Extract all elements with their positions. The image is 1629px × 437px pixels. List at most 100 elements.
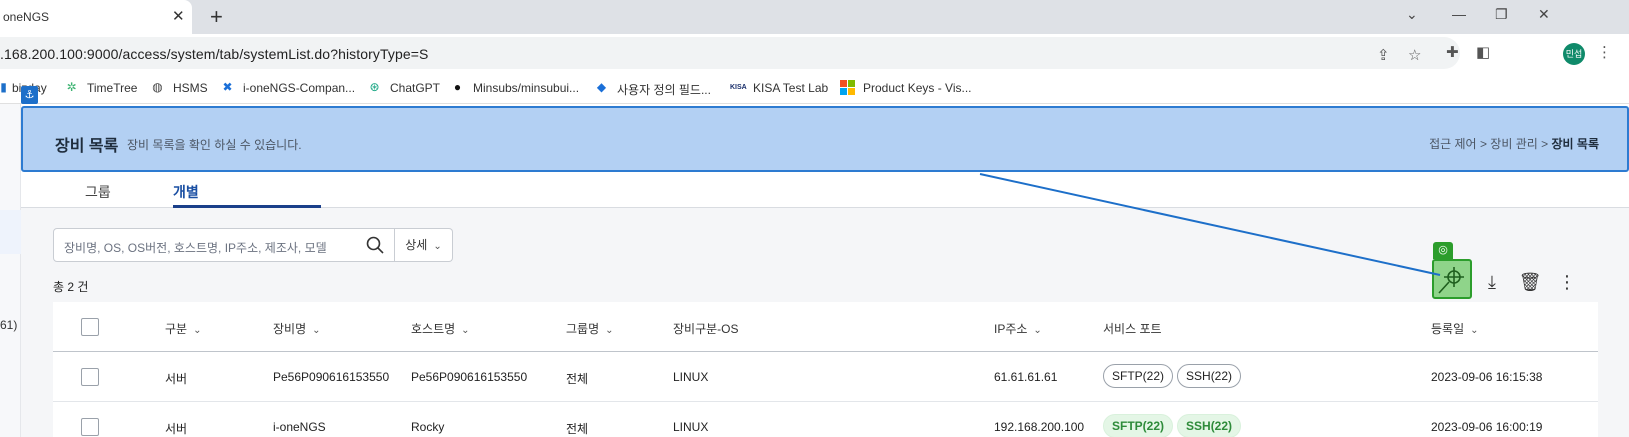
device-table: 구분 ⌄ 장비명 ⌄ 호스트명 ⌄ 그룹명 ⌄ 장비구분-OS IP주소 ⌄ 서비스 포트…	[53, 302, 1598, 437]
cell-ports: SFTP(22) SSH(22)	[1103, 414, 1245, 437]
cell-group: 전체	[566, 372, 589, 386]
column-header: 장비구분-OS	[673, 322, 739, 336]
cell-date: 2023-09-06 16:00:19	[1431, 420, 1543, 434]
blue-x-icon: ✖	[222, 80, 233, 94]
bookmark-item[interactable]: TimeTree	[87, 81, 137, 95]
target-highlight[interactable]	[1432, 259, 1472, 299]
profile-avatar[interactable]: 민섭	[1563, 43, 1585, 65]
bookmark-item[interactable]: HSMS	[173, 81, 208, 95]
row-checkbox[interactable]	[81, 368, 99, 386]
chevron-down-icon: ⌄	[193, 325, 202, 336]
extensions-icon[interactable]: ✚	[1446, 43, 1459, 61]
share-icon[interactable]: ⇪	[1377, 46, 1390, 64]
detail-label: 상세	[405, 238, 428, 252]
select-all-checkbox[interactable]	[81, 318, 99, 336]
target-badge-icon: ◎	[1433, 242, 1453, 259]
column-header: 서비스 포트	[1103, 322, 1162, 336]
column-header[interactable]: 등록일 ⌄	[1431, 320, 1479, 337]
bookmark-item[interactable]: KISA Test Lab	[753, 81, 828, 95]
search-icon[interactable]	[366, 236, 384, 254]
chevron-down-icon: ⌄	[1470, 325, 1479, 336]
cell-date: 2023-09-06 16:15:38	[1431, 370, 1543, 384]
port-badge[interactable]: SFTP(22)	[1103, 414, 1174, 437]
tab-search-chevron-icon[interactable]: ⌄	[1406, 6, 1418, 23]
cell-ip: 61.61.61.61	[994, 370, 1058, 384]
browser-tab-title: oneNGS	[3, 10, 50, 24]
minimize-icon[interactable]: —	[1452, 6, 1466, 22]
column-header[interactable]: 장비명 ⌄	[273, 320, 321, 337]
cell-type: 서버	[165, 422, 188, 436]
breadcrumb-item[interactable]: 장비 관리	[1490, 137, 1538, 151]
detail-search-button[interactable]: 상세 ⌄	[395, 228, 453, 262]
cell-os: LINUX	[673, 370, 709, 384]
new-tab-icon[interactable]: +	[210, 4, 223, 30]
column-header[interactable]: IP주소 ⌄	[994, 320, 1042, 337]
breadcrumb-separator: >	[1541, 137, 1549, 151]
cell-group: 전체	[566, 422, 589, 436]
bookmarks-bar: ▮ bizday ✲ TimeTree ◍ HSMS ✖ i-oneNGS-Co…	[0, 72, 1629, 104]
download-icon[interactable]: ⤓	[1480, 270, 1504, 294]
row-checkbox[interactable]	[81, 418, 99, 436]
chevron-down-icon: ⌄	[312, 325, 321, 336]
close-tab-icon[interactable]: ✕	[172, 7, 185, 25]
star-icon[interactable]: ☆	[1408, 46, 1421, 64]
browser-tab-strip: oneNGS ✕ + ⌄ — ❐ ✕	[0, 0, 1629, 34]
more-vertical-icon[interactable]: ⋮	[1555, 270, 1579, 294]
cell-os: LINUX	[673, 420, 709, 434]
left-nav-active-item[interactable]	[0, 210, 21, 254]
chatgpt-icon: ⊛	[369, 80, 380, 94]
search-input[interactable]: 장비명, OS, OS버전, 호스트명, IP주소, 제조사, 모델	[53, 228, 395, 262]
left-nav-strip	[0, 104, 21, 437]
active-tab-indicator	[173, 205, 321, 208]
anchor-icon: ⚓	[21, 86, 38, 104]
cell-type: 서버	[165, 372, 188, 386]
bookmark-item[interactable]: Minsubs/minsubui...	[473, 81, 579, 95]
search-placeholder: 장비명, OS, OS버전, 호스트명, IP주소, 제조사, 모델	[64, 241, 327, 255]
address-bar[interactable]: .168.200.100:9000/access/system/tab/syst…	[0, 37, 1460, 69]
column-header[interactable]: 그룹명 ⌄	[566, 320, 614, 337]
cell-ip: 192.168.200.100	[994, 420, 1085, 434]
page-title: 장비 목록	[55, 138, 119, 155]
browser-toolbar: .168.200.100:9000/access/system/tab/syst…	[0, 34, 1629, 72]
cell-host: Rocky	[411, 420, 445, 434]
crosshair-icon	[1438, 267, 1464, 294]
browser-menu-icon[interactable]: ⋮	[1597, 43, 1612, 61]
chevron-down-icon: ⌄	[1033, 325, 1042, 336]
bookmark-item[interactable]: i-oneNGS-Compan...	[243, 81, 355, 95]
port-badge[interactable]: SFTP(22)	[1103, 364, 1174, 388]
breadcrumb-separator: >	[1479, 137, 1487, 151]
cell-name: Pe56P090616153550	[273, 370, 390, 384]
window-close-icon[interactable]: ✕	[1538, 6, 1550, 23]
diamond-icon: ◆	[596, 80, 607, 94]
cell-host: Pe56P090616153550	[411, 370, 528, 384]
cell-ports: SFTP(22) SSH(22)	[1103, 364, 1245, 388]
side-panel-icon[interactable]: ◧	[1476, 43, 1490, 61]
chevron-down-icon: ⌄	[605, 325, 614, 336]
url-text: .168.200.100:9000/access/system/tab/syst…	[0, 46, 429, 62]
table-header: 구분 ⌄ 장비명 ⌄ 호스트명 ⌄ 그룹명 ⌄ 장비구분-OS IP주소 ⌄ 서비스 포트…	[53, 302, 1598, 352]
restore-icon[interactable]: ❐	[1495, 6, 1508, 23]
bookmark-icon: ▮	[0, 80, 7, 94]
left-nav-fragment: 61)	[0, 318, 18, 332]
cell-name: i-oneNGS	[273, 420, 326, 434]
column-header[interactable]: 호스트명 ⌄	[411, 320, 470, 337]
breadcrumb-current: 장비 목록	[1551, 137, 1600, 151]
bookmark-item[interactable]: 사용자 정의 필드...	[617, 81, 711, 98]
bookmark-item[interactable]: ChatGPT	[390, 81, 440, 95]
tab-group[interactable]: 그룹	[85, 182, 111, 202]
port-badge[interactable]: SSH(22)	[1177, 414, 1242, 437]
trash-icon[interactable]: 🗑	[1518, 270, 1542, 294]
table-row[interactable]: 서버 i-oneNGS Rocky 전체 LINUX 192.168.200.1…	[53, 402, 1598, 437]
bookmark-item[interactable]: Product Keys - Vis...	[863, 81, 972, 95]
tab-individual[interactable]: 개별	[173, 182, 199, 202]
total-count: 총 2 건	[53, 280, 89, 294]
page-subtitle: 장비 목록을 확인 하실 수 있습니다.	[127, 138, 302, 152]
table-row[interactable]: 서버 Pe56P090616153550 Pe56P090616153550 전…	[53, 352, 1598, 402]
browser-tab[interactable]: oneNGS ✕	[0, 0, 192, 34]
port-badge[interactable]: SSH(22)	[1177, 364, 1242, 388]
page-header: 장비 목록 장비 목록을 확인 하실 수 있습니다. 접근 제어 > 장비 관리…	[21, 106, 1629, 172]
kisa-icon: KISA	[730, 84, 747, 91]
breadcrumb-item[interactable]: 접근 제어	[1429, 137, 1477, 151]
column-header[interactable]: 구분 ⌄	[165, 320, 201, 337]
microsoft-icon	[840, 80, 855, 95]
